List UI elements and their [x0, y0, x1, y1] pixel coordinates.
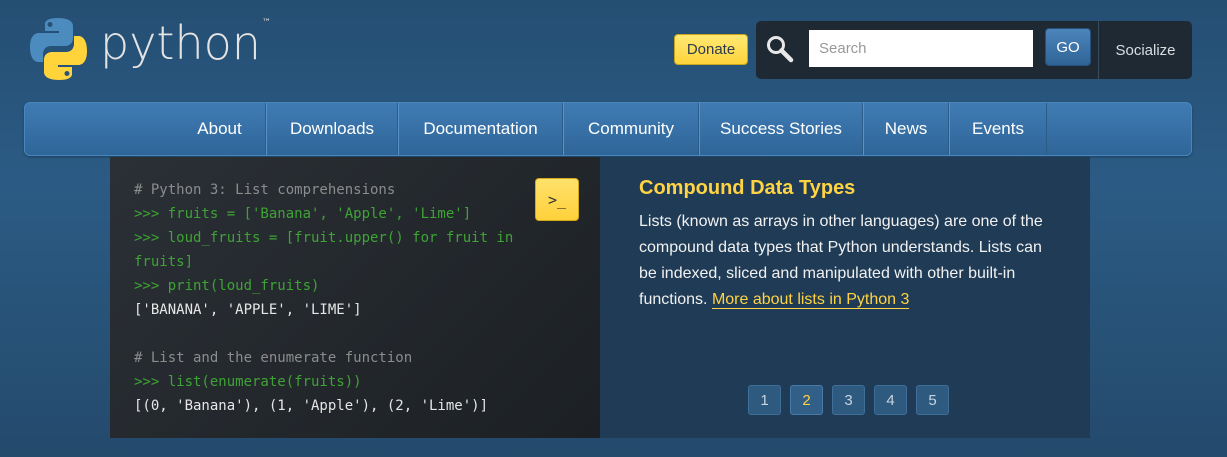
code-line: # Python 3: List comprehensions — [134, 182, 396, 198]
page-button-5[interactable]: 5 — [916, 385, 949, 415]
launch-shell-button[interactable]: >_ — [535, 178, 579, 221]
nav-item-about[interactable]: About — [174, 103, 266, 155]
main-navigation: About Downloads Documentation Community … — [24, 102, 1192, 156]
more-about-lists-link[interactable]: More about lists in Python 3 — [711, 291, 910, 309]
nav-item-news[interactable]: News — [863, 103, 949, 155]
nav-item-success-stories[interactable]: Success Stories — [699, 103, 863, 155]
code-line: >>> list(enumerate(fruits)) — [134, 374, 362, 390]
donate-button[interactable]: Donate — [674, 34, 748, 65]
nav-item-documentation[interactable]: Documentation — [398, 103, 563, 155]
page-button-4[interactable]: 4 — [874, 385, 907, 415]
code-line: [(0, 'Banana'), (1, 'Apple'), (2, 'Lime'… — [134, 398, 489, 414]
code-line: # List and the enumerate function — [134, 350, 413, 366]
trademark-symbol: ™ — [262, 18, 271, 28]
feature-title: Compound Data Types — [639, 177, 856, 199]
feature-carousel: # Python 3: List comprehensions >>> frui… — [110, 157, 1090, 438]
nav-item-downloads[interactable]: Downloads — [266, 103, 398, 155]
page-button-3[interactable]: 3 — [832, 385, 865, 415]
code-sample-panel: # Python 3: List comprehensions >>> frui… — [110, 157, 600, 438]
python-logo[interactable]: python ™ — [28, 14, 278, 84]
nav-item-events[interactable]: Events — [949, 103, 1047, 155]
code-line: fruits] — [134, 254, 194, 270]
search-bar: GO Socialize — [756, 21, 1192, 79]
search-icon — [764, 33, 796, 65]
feature-description: Compound Data Types Lists (known as arra… — [639, 175, 1059, 313]
nav-item-community[interactable]: Community — [563, 103, 699, 155]
go-button[interactable]: GO — [1045, 28, 1091, 66]
terminal-icon: >_ — [547, 190, 567, 209]
code-line: >>> print(loud_fruits) — [134, 278, 320, 294]
socialize-button[interactable]: Socialize — [1098, 21, 1192, 79]
feature-body: Lists (known as arrays in other language… — [639, 209, 1059, 313]
code-line: >>> fruits = ['Banana', 'Apple', 'Lime'] — [134, 206, 472, 222]
code-line: >>> loud_fruits = [fruit.upper() for fru… — [134, 230, 514, 246]
python-logo-icon — [30, 18, 87, 80]
page-button-1[interactable]: 1 — [748, 385, 781, 415]
python-wordmark: python — [100, 16, 261, 70]
search-input[interactable] — [809, 30, 1033, 67]
page-button-2[interactable]: 2 — [790, 385, 823, 415]
code-line: ['BANANA', 'APPLE', 'LIME'] — [134, 302, 362, 318]
code-sample: # Python 3: List comprehensions >>> frui… — [134, 178, 574, 418]
